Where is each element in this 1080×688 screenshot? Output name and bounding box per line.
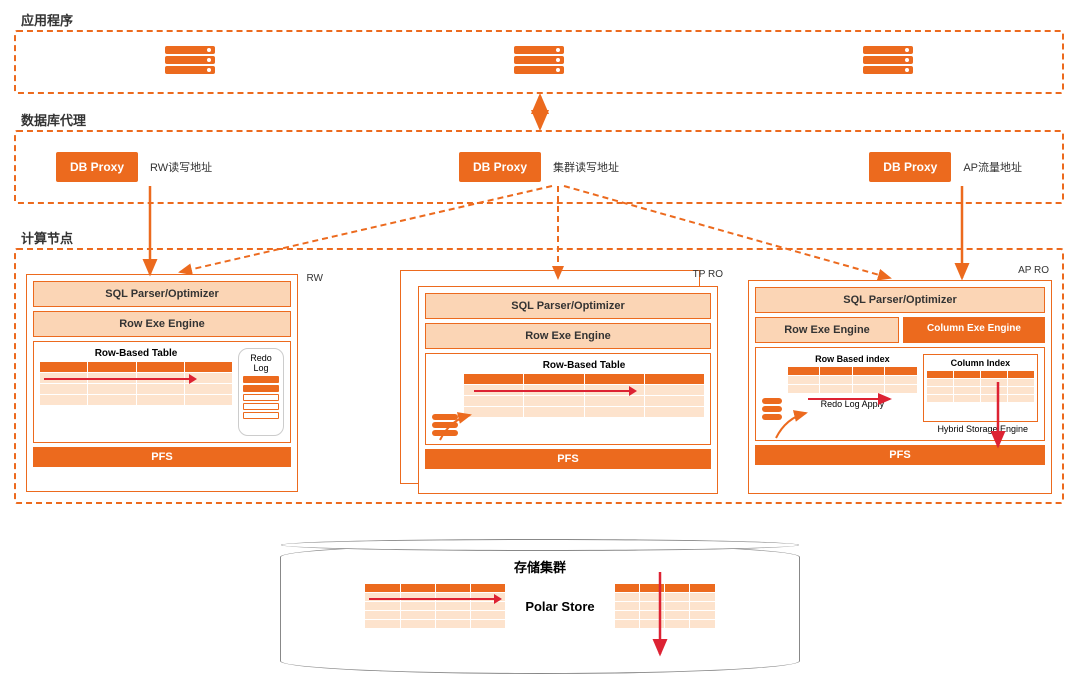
proxy-addr-cluster: 集群读写地址: [553, 159, 619, 175]
pfs-bar: PFS: [33, 447, 291, 467]
redo-log-box: Redo Log: [238, 348, 284, 436]
storage-row-table: [365, 584, 505, 628]
node-label-tpro: TP RO: [693, 269, 723, 280]
server-icon: [863, 46, 913, 78]
server-icon: [165, 46, 215, 78]
row-based-table: Row-Based Table: [464, 360, 704, 438]
redo-log-apply-label: Redo Log Apply: [788, 399, 917, 409]
storage-name: Polar Store: [525, 599, 594, 614]
column-engine-box: Column Exe Engine: [903, 317, 1045, 343]
node-tp-ro: TP RO SQL Parser/Optimizer Row Exe Engin…: [418, 286, 718, 494]
section-label-compute: 计算节点: [21, 228, 73, 247]
sql-parser-box: SQL Parser/Optimizer: [425, 293, 711, 319]
row-based-index: Row Based index Redo Log Apply: [788, 354, 917, 422]
pfs-bar: PFS: [425, 449, 711, 469]
storage-title: 存储集群: [281, 557, 799, 576]
row-engine-box: Row Exe Engine: [755, 317, 899, 343]
section-label-dbproxy: 数据库代理: [21, 110, 86, 129]
hybrid-storage-label: Hybrid Storage Engine: [762, 424, 1038, 434]
row-engine-box: Row Exe Engine: [33, 311, 291, 337]
node-ap-ro: AP RO SQL Parser/Optimizer Row Exe Engin…: [748, 280, 1052, 494]
node-rw: RW SQL Parser/Optimizer Row Exe Engine R…: [26, 274, 298, 492]
node-label-rw: RW: [307, 273, 323, 284]
db-proxy-box: DB Proxy: [56, 152, 138, 182]
sql-parser-box: SQL Parser/Optimizer: [755, 287, 1045, 313]
table-area: Row-Based Table: [425, 353, 711, 445]
section-label-app: 应用程序: [21, 10, 73, 29]
pfs-bar: PFS: [755, 445, 1045, 465]
column-index: Column Index: [923, 354, 1038, 422]
node-label-apro: AP RO: [1018, 265, 1049, 276]
hybrid-storage-area: Row Based index Redo Log Apply Column In…: [755, 347, 1045, 441]
proxy-addr-rw: RW读写地址: [150, 159, 212, 175]
db-proxy-box: DB Proxy: [459, 152, 541, 182]
server-icon: [514, 46, 564, 78]
proxy-addr-ap: AP流量地址: [963, 159, 1022, 175]
table-area: Row-Based Table Redo Log: [33, 341, 291, 443]
sql-parser-box: SQL Parser/Optimizer: [33, 281, 291, 307]
disks-icon: [432, 414, 458, 438]
disks-icon: [762, 398, 782, 422]
row-engine-box: Row Exe Engine: [425, 323, 711, 349]
db-proxy-box: DB Proxy: [869, 152, 951, 182]
storage-cluster: 存储集群 Polar Store: [280, 544, 800, 674]
section-dbproxy: 数据库代理 DB Proxy RW读写地址 DB Proxy 集群读写地址 DB…: [14, 130, 1064, 204]
section-application: 应用程序: [14, 30, 1064, 94]
row-based-table: Row-Based Table: [40, 348, 232, 436]
storage-col-table: [615, 584, 715, 628]
